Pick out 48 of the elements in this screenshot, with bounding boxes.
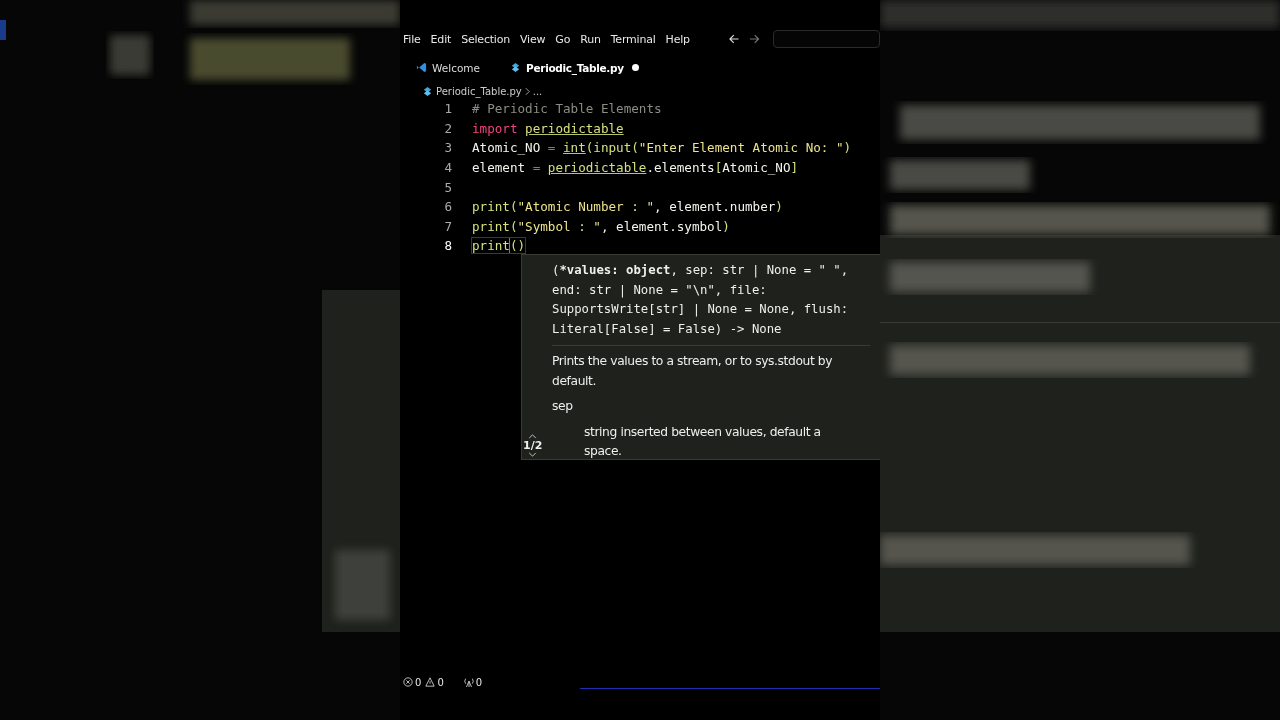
warning-icon[interactable] [425,677,436,687]
parameter-description: string inserted between values, default a space. [583,423,822,461]
breadcrumb-item[interactable]: Periodic_Table.py [436,85,522,97]
python-file-icon [510,62,522,73]
antenna-icon[interactable] [463,677,474,687]
parameter-name: sep [552,398,574,416]
code-line: print() [472,238,526,254]
function-signature: (*values: object, sep: str | None = " ", end: str | None = "\n", file: SupportsWrite[str] | None = None, flush: Literal[False] = False) -> None [552,255,870,347]
ports-count: 0 [475,676,483,688]
chevron-down-icon[interactable] [528,452,538,457]
warning-count: 0 [437,676,444,688]
code-line: import periodictable [472,120,624,136]
overload-counter[interactable]: 1/2 [523,434,543,457]
line-number: 8 [443,238,452,254]
code-line: print("Atomic Number : ", element.number) [472,199,783,215]
function-description: Prints the values to a stream, or to sys.stdout by default. [552,353,834,390]
code-line: Atomic_NO = int(input("Enter Element Atomic No: ") [472,140,852,156]
menu-item[interactable]: Run [580,32,607,46]
menu-item[interactable]: Help [665,32,696,46]
error-icon[interactable] [403,677,413,687]
menu-item[interactable]: File [403,32,427,46]
line-number: 4 [443,160,452,176]
line-number: 6 [443,199,452,215]
menu-item[interactable]: Go [555,32,577,46]
menu-item[interactable]: Terminal [610,32,662,46]
search-field[interactable] [772,30,880,48]
overload-count: 1/2 [523,439,543,452]
forward-arrow-icon[interactable] [749,33,761,45]
line-number: 2 [443,120,452,136]
editor-tab[interactable]: Welcome [414,61,489,74]
chevron-up-icon[interactable] [528,434,538,439]
error-count: 0 [415,676,422,688]
line-number: 1 [443,101,452,117]
menu-item[interactable]: View [520,32,552,46]
vscode-logo-icon [416,62,427,73]
back-arrow-icon[interactable] [727,33,740,45]
menu-item[interactable]: Edit [430,32,458,46]
editor-tab[interactable]: Periodic_Table.py [508,61,647,74]
code-line: element = periodictable.elements[Atomic_NO] [472,160,799,176]
line-number: 7 [443,218,452,234]
code-line: print("Symbol : ", element.symbol) [472,218,730,234]
menu-item[interactable]: Selection [461,32,517,46]
breadcrumb-item[interactable]: ... [532,85,543,97]
code-line: # Periodic Table Elements [472,101,662,117]
line-number: 3 [443,140,452,156]
python-file-icon [422,85,433,97]
chevron-right-icon [524,86,530,96]
line-number: 5 [443,179,452,195]
